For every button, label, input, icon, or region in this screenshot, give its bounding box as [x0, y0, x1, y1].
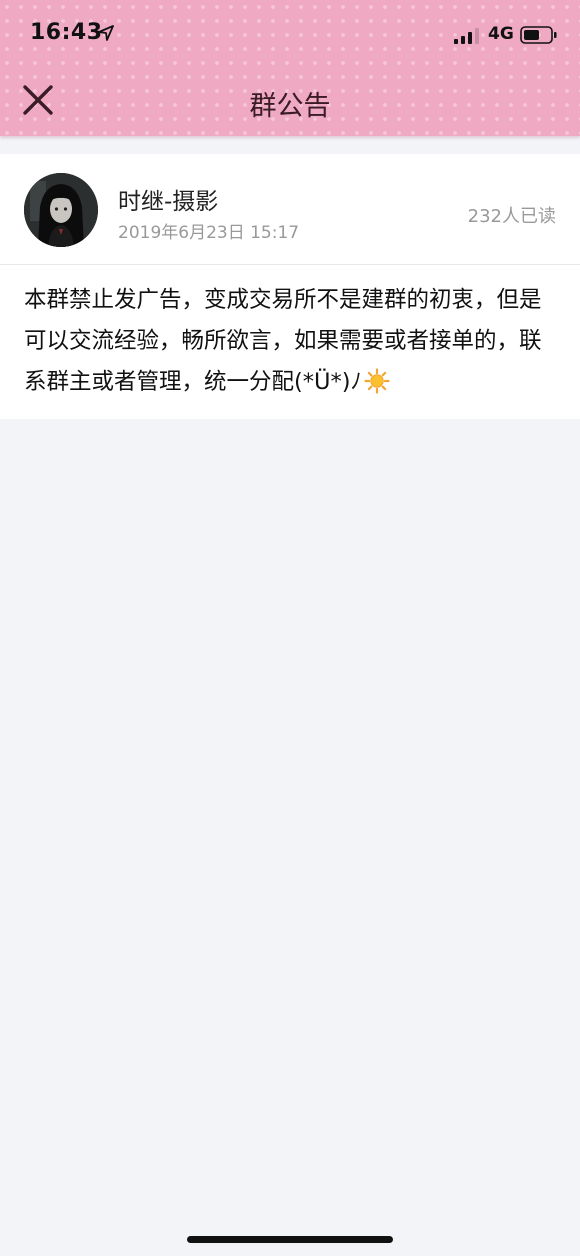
navigation-bar: 16:43 4G 群公告: [0, 0, 580, 136]
announcement-content: 本群禁止发广告，变成交易所不是建群的初衷，但是可以交流经验，畅所欲言，如果需要或…: [24, 280, 560, 403]
avatar[interactable]: [24, 173, 98, 247]
avatar-portrait-image: [24, 173, 98, 247]
status-time: 16:43: [30, 20, 103, 45]
signal-icon: [454, 28, 479, 44]
post-timestamp: 2019年6月23日 15:17: [118, 223, 300, 243]
announcement-card: 时继-摄影 2019年6月23日 15:17 232人已读 本群禁止发广告，变成…: [0, 154, 580, 419]
page-title: 群公告: [249, 91, 331, 122]
home-indicator[interactable]: [187, 1236, 393, 1243]
network-label: 4G: [488, 24, 514, 44]
location-arrow-icon: [98, 25, 114, 41]
announcement-text: 本群禁止发广告，变成交易所不是建群的初衷，但是可以交流经验，畅所欲言，如果需要或…: [24, 287, 542, 395]
read-count[interactable]: 232人已读: [468, 202, 556, 228]
battery-icon: [520, 26, 557, 44]
divider: [0, 264, 580, 265]
author-name[interactable]: 时继-摄影: [118, 182, 218, 216]
sun-icon: [364, 368, 390, 394]
